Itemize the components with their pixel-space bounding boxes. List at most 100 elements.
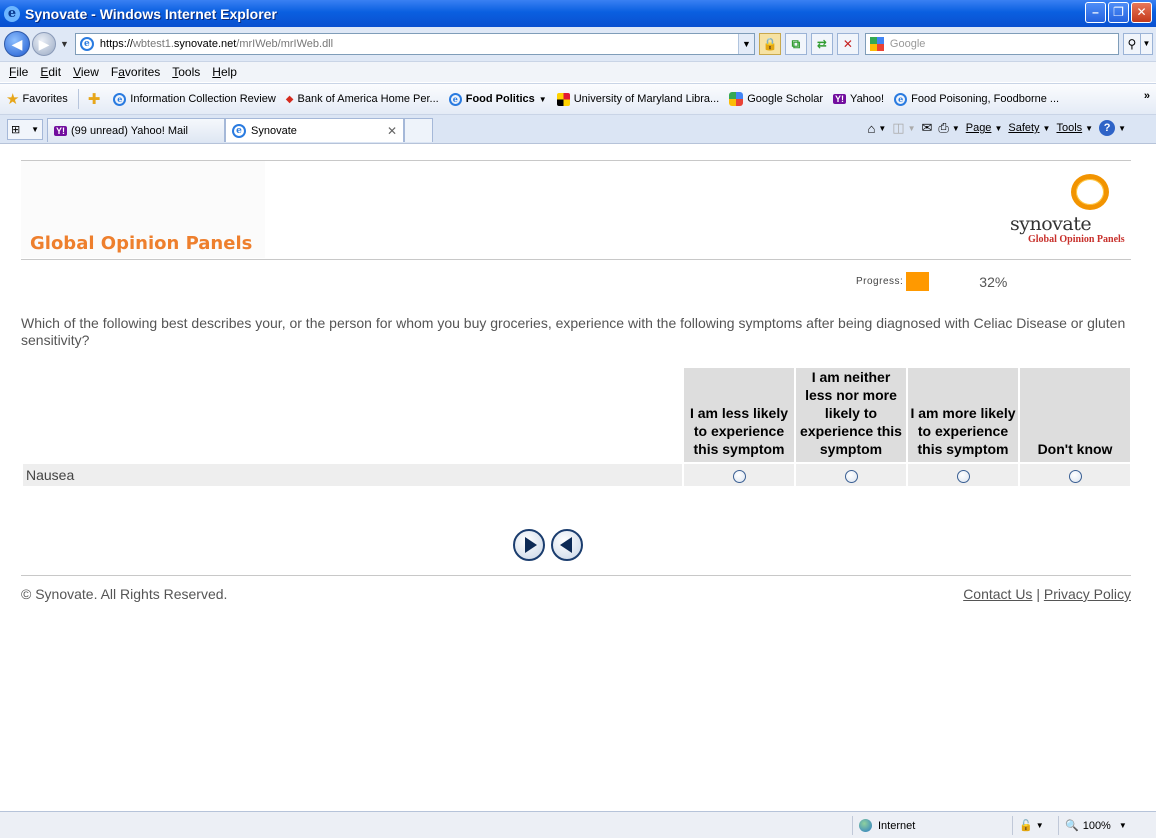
- forward-button[interactable]: ▶: [32, 32, 56, 56]
- menu-view[interactable]: View: [67, 65, 105, 79]
- contact-us-link[interactable]: Contact Us: [963, 586, 1032, 602]
- help-icon: ?: [1099, 120, 1116, 136]
- row-label: Nausea: [23, 464, 682, 486]
- search-icon[interactable]: ⚲: [1122, 33, 1141, 55]
- quick-tabs-icon: ⊞: [11, 124, 21, 136]
- recent-pages-dropdown[interactable]: ▼: [60, 39, 69, 49]
- column-header: I am neither less nor more likely to exp…: [796, 368, 906, 462]
- ie-icon: e: [113, 92, 127, 106]
- address-dropdown-button[interactable]: ▼: [737, 34, 754, 54]
- menu-bar: File Edit View Favorites Tools Help: [0, 61, 1156, 82]
- radio-less-likely[interactable]: [732, 469, 746, 483]
- print-button[interactable]: ⎙ ▼: [938, 120, 959, 136]
- favorites-button[interactable]: ★ Favorites: [0, 88, 74, 110]
- grid-corner: [23, 368, 682, 462]
- favorites-bar: ★ Favorites ✚ e Information Collection R…: [0, 83, 1156, 114]
- yahoo-icon: Y!: [54, 125, 67, 136]
- fav-label: Food Poisoning, Foodborne ...: [911, 93, 1060, 105]
- column-header: Don't know: [1020, 368, 1130, 462]
- next-button[interactable]: [513, 529, 545, 561]
- fav-item-bank-of-america[interactable]: ◆ Bank of America Home Per...: [281, 93, 444, 105]
- search-input[interactable]: Google: [864, 33, 1119, 55]
- ie-icon: e: [232, 123, 246, 138]
- question-text: Which of the following best describes yo…: [21, 315, 1126, 348]
- menu-help[interactable]: Help: [206, 65, 243, 79]
- radio-neither[interactable]: [844, 469, 858, 483]
- close-tab-icon[interactable]: ✕: [387, 124, 397, 138]
- fav-item-food-poisoning[interactable]: e Food Poisoning, Foodborne ...: [889, 92, 1064, 106]
- maryland-flag-icon: [556, 92, 570, 106]
- fav-label: Food Politics: [465, 93, 535, 105]
- read-mail-button[interactable]: ✉: [922, 120, 933, 136]
- zoom-button[interactable]: 🔍 100% ▼: [1058, 816, 1138, 835]
- safety-menu[interactable]: Safety ▼: [1008, 122, 1050, 134]
- progress-indicator: Progress: 32%: [856, 272, 1007, 291]
- minimize-button[interactable]: –: [1085, 2, 1106, 23]
- fav-item-yahoo[interactable]: Y! Yahoo!: [828, 93, 889, 105]
- progress-bar: [906, 272, 977, 291]
- restore-button[interactable]: ❐: [1108, 2, 1129, 23]
- fav-item-umd-libraries[interactable]: University of Maryland Libra...: [552, 92, 725, 106]
- fav-label: University of Maryland Libra...: [573, 93, 720, 105]
- tab-synovate[interactable]: e Synovate ✕: [225, 118, 404, 142]
- google-icon: [869, 37, 884, 51]
- security-zone[interactable]: Internet: [852, 816, 1002, 835]
- menu-file[interactable]: File: [3, 65, 34, 79]
- zone-label: Internet: [878, 819, 916, 832]
- fav-item-google-scholar[interactable]: Google Scholar: [724, 92, 828, 106]
- tab-list-dropdown-icon[interactable]: ▼: [31, 125, 39, 134]
- radio-more-likely[interactable]: [956, 469, 970, 483]
- title-bar: e Synovate - Windows Internet Explorer –…: [0, 0, 1156, 27]
- home-icon: ⌂: [867, 120, 876, 136]
- lock-icon[interactable]: 🔒: [758, 33, 781, 55]
- back-button[interactable]: ◀: [4, 31, 30, 57]
- tab-label: (99 unread) Yahoo! Mail: [71, 124, 188, 137]
- close-button[interactable]: ✕: [1131, 2, 1152, 23]
- tools-menu[interactable]: Tools ▼: [1056, 122, 1093, 134]
- lock-settings-icon: 🔓: [1019, 820, 1033, 832]
- grid-cell: [908, 464, 1018, 486]
- header-bottom-rule: [21, 259, 1131, 260]
- chevron-down-icon[interactable]: ▼: [539, 95, 547, 104]
- quick-tabs-button[interactable]: ⊞ ▼: [7, 119, 43, 140]
- brand-title: Global Opinion Panels: [30, 233, 253, 254]
- fav-label: Bank of America Home Per...: [297, 93, 439, 105]
- privacy-policy-link[interactable]: Privacy Policy: [1044, 586, 1131, 602]
- url-text[interactable]: https://wbtest1.synovate.net/mrIWeb/mrIW…: [100, 38, 333, 50]
- page-menu[interactable]: Page ▼: [966, 122, 1003, 134]
- fav-item-food-politics[interactable]: e Food Politics ▼: [444, 92, 552, 106]
- address-bar[interactable]: e https://wbtest1.synovate.net/mrIWeb/mr…: [74, 33, 755, 55]
- ie-icon: e: [448, 92, 462, 106]
- footer-separator: |: [1036, 586, 1040, 602]
- radio-dont-know[interactable]: [1068, 469, 1082, 483]
- fav-item-information-collection-review[interactable]: e Information Collection Review: [108, 92, 281, 106]
- menu-favorites[interactable]: Favorites: [105, 65, 166, 79]
- menu-edit[interactable]: Edit: [34, 65, 67, 79]
- zoom-dropdown-icon[interactable]: ▼: [1119, 821, 1127, 830]
- add-favorite-button[interactable]: ✚: [83, 90, 109, 108]
- help-menu[interactable]: ? ▼: [1099, 120, 1126, 136]
- grid-cell: [1020, 464, 1130, 486]
- progress-percent: 32%: [979, 273, 1008, 290]
- feeds-button[interactable]: ◫ ▼: [892, 120, 915, 136]
- logo-ring-icon: [1071, 174, 1109, 210]
- bank-of-america-icon: ◆: [285, 93, 294, 105]
- grid-cell: [684, 464, 794, 486]
- search-placeholder: Google: [889, 38, 926, 50]
- progress-label: Progress:: [856, 276, 904, 287]
- stop-icon[interactable]: ✕: [836, 33, 859, 55]
- home-button[interactable]: ⌂ ▼: [868, 121, 887, 136]
- previous-button[interactable]: [551, 529, 583, 561]
- menu-tools[interactable]: Tools: [166, 65, 206, 79]
- new-tab-button[interactable]: [404, 118, 433, 142]
- more-favorites-chevron-icon[interactable]: »: [1144, 90, 1150, 102]
- protected-mode-button[interactable]: 🔓 ▼: [1012, 816, 1056, 835]
- tab-yahoo-mail[interactable]: Y! (99 unread) Yahoo! Mail: [47, 118, 225, 142]
- mail-icon: ✉: [921, 120, 933, 135]
- address-toolbar: ◀ ▶ ▼ e https://wbtest1.synovate.net/mrI…: [0, 27, 1156, 61]
- compatibility-view-icon[interactable]: ⧉: [784, 33, 807, 55]
- refresh-icon[interactable]: ⇄: [810, 33, 833, 55]
- rss-icon: ◫: [892, 120, 905, 135]
- star-icon: ★: [6, 91, 20, 108]
- search-options-dropdown[interactable]: ▼: [1140, 33, 1153, 55]
